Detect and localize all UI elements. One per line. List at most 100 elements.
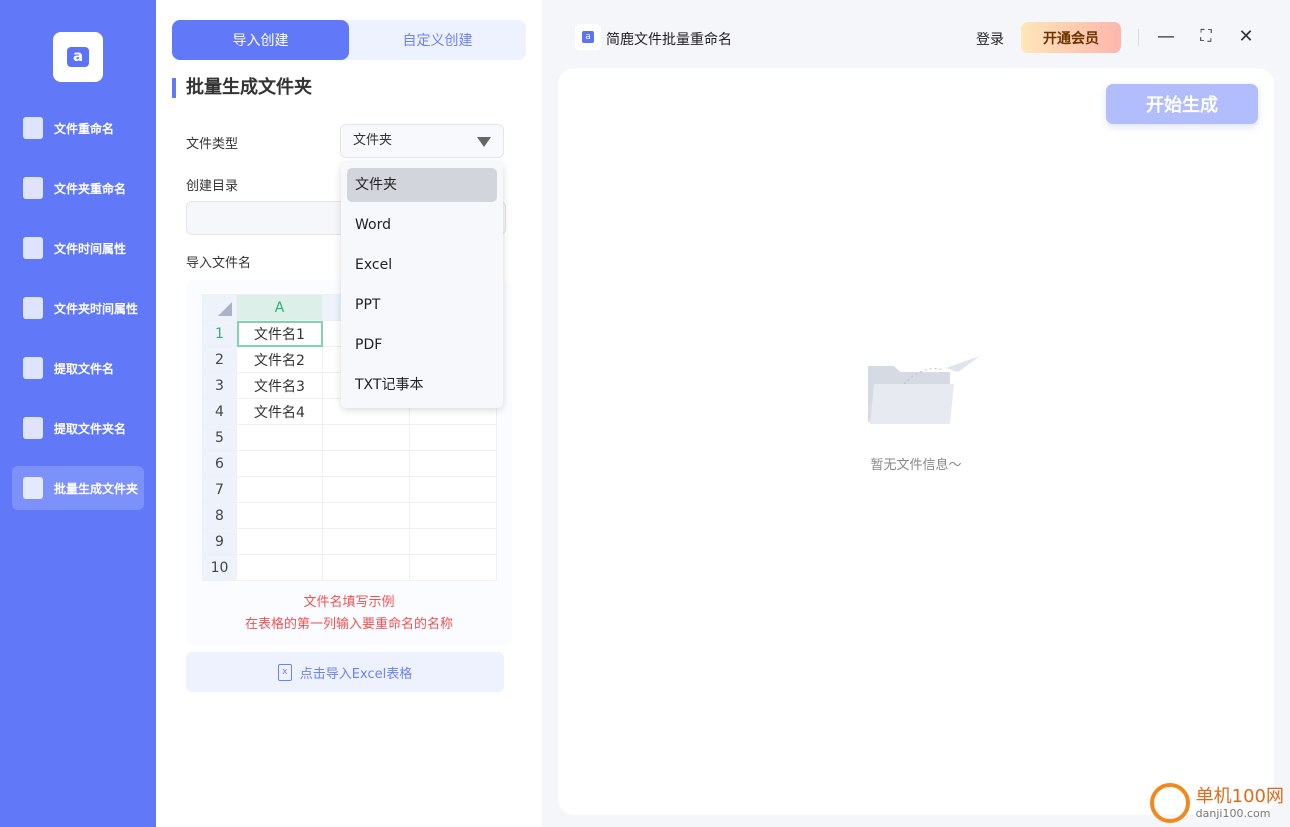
row-header[interactable]: 10: [202, 554, 237, 581]
divider: [1138, 29, 1139, 46]
watermark-line1: 单机100网: [1195, 785, 1284, 807]
cell[interactable]: 文件名1: [236, 320, 323, 347]
sidebar-item-label: 批量生成文件夹: [54, 481, 139, 496]
file-type-select[interactable]: 文件夹: [340, 124, 504, 158]
cell[interactable]: [409, 502, 497, 529]
cell[interactable]: [236, 554, 323, 581]
cell[interactable]: [236, 424, 323, 451]
dropdown-option[interactable]: 文件夹: [347, 168, 497, 202]
file-icon: [23, 117, 43, 139]
file-type-label: 文件类型: [186, 137, 239, 152]
row-header[interactable]: 2: [202, 346, 237, 373]
file-icon: [23, 417, 43, 439]
results-card: 开始生成 暂无文件信息～: [558, 68, 1274, 815]
cell[interactable]: [409, 476, 497, 503]
row-header[interactable]: 3: [202, 372, 237, 399]
dropdown-triangle-icon: [477, 137, 491, 147]
section-title: 批量生成文件夹: [172, 78, 312, 98]
file-icon: [23, 357, 43, 379]
sidebar-item-label: 提取文件夹名: [54, 421, 127, 436]
create-dir-label: 创建目录: [186, 179, 239, 194]
row-header[interactable]: 1: [202, 320, 237, 347]
dropdown-option[interactable]: PPT: [347, 288, 497, 322]
row-header[interactable]: 7: [202, 476, 237, 503]
sheet-row: 10: [202, 554, 497, 581]
sidebar-item-label: 提取文件名: [54, 361, 115, 376]
hint-line1: 文件名填写示例: [303, 595, 395, 610]
sidebar-item[interactable]: 文件夹时间属性: [12, 286, 144, 330]
cell[interactable]: [409, 554, 497, 581]
dropdown-option[interactable]: TXT记事本: [347, 368, 497, 402]
row-header[interactable]: 8: [202, 502, 237, 529]
login-button[interactable]: 登录: [976, 29, 1004, 49]
row-header[interactable]: 6: [202, 450, 237, 477]
sheet-row: 7: [202, 476, 497, 503]
sidebar-item-label: 文件夹重命名: [54, 181, 127, 196]
sidebar-item[interactable]: 提取文件名: [12, 346, 144, 390]
hint-line2: 在表格的第一列输入要重命名的名称: [244, 617, 453, 632]
row-header[interactable]: 4: [202, 398, 237, 425]
sidebar-item[interactable]: 批量生成文件夹: [12, 466, 144, 510]
watermark: 单机100网 danji100.com: [1149, 783, 1284, 823]
minimize-icon[interactable]: —: [1155, 26, 1177, 47]
cell[interactable]: [322, 502, 410, 529]
dropdown-option[interactable]: Word: [347, 208, 497, 242]
dropdown-option[interactable]: PDF: [347, 328, 497, 362]
select-all-corner[interactable]: [202, 294, 237, 321]
file-icon: [23, 237, 43, 259]
sheet-row: 8: [202, 502, 497, 529]
sidebar-item[interactable]: 文件重命名: [12, 106, 144, 150]
tab-custom-create[interactable]: 自定义创建: [349, 20, 526, 60]
cell[interactable]: [322, 424, 410, 451]
cell[interactable]: [322, 528, 410, 555]
watermark-logo-icon: [1149, 783, 1190, 823]
row-header[interactable]: 5: [202, 424, 237, 451]
file-icon: [23, 477, 43, 499]
file-type-dropdown: 文件夹 Word Excel PPT PDF TXT记事本: [341, 162, 503, 408]
empty-text: 暂无文件信息～: [870, 458, 962, 473]
cell[interactable]: [409, 424, 497, 451]
sidebar-item[interactable]: 提取文件夹名: [12, 406, 144, 450]
app-title: 简鹿文件批量重命名: [606, 32, 732, 48]
close-icon[interactable]: ✕: [1235, 26, 1257, 47]
cell[interactable]: [236, 450, 323, 477]
dropdown-option[interactable]: Excel: [347, 248, 497, 282]
sidebar-item-label: 文件重命名: [54, 121, 115, 136]
tab-import-create[interactable]: 导入创建: [172, 20, 349, 60]
file-type-value: 文件夹: [353, 133, 393, 148]
sheet-row: 9: [202, 528, 497, 555]
sidebar: a 文件重命名文件夹重命名 文件时间属性 文件夹时间属性 提取文件名提取文件夹名 批量生…: [0, 0, 156, 827]
import-excel-label: 点击导入Excel表格: [299, 666, 413, 682]
excel-file-icon: x: [277, 663, 292, 681]
sidebar-item-label: 文件夹时间属性: [54, 301, 139, 316]
empty-folder-icon: [868, 356, 980, 424]
cell[interactable]: [322, 450, 410, 477]
cell[interactable]: 文件名3: [236, 372, 323, 399]
import-names-label: 导入文件名: [186, 256, 252, 271]
sheet-row: 6: [202, 450, 497, 477]
cell[interactable]: [236, 502, 323, 529]
app-logo: a: [53, 32, 103, 82]
cell[interactable]: [322, 554, 410, 581]
vip-button[interactable]: 开通会员: [1021, 22, 1121, 53]
watermark-line2: danji100.com: [1195, 806, 1271, 820]
file-icon: [23, 297, 43, 319]
import-excel-button[interactable]: x 点击导入Excel表格: [186, 652, 504, 692]
sidebar-item-label: 文件时间属性: [54, 241, 127, 256]
start-generate-button[interactable]: 开始生成: [1106, 84, 1258, 124]
sidebar-item[interactable]: 文件夹重命名: [12, 166, 144, 210]
sheet-row: 5: [202, 424, 497, 451]
cell[interactable]: [409, 528, 497, 555]
cell[interactable]: [322, 476, 410, 503]
col-header-a[interactable]: A: [236, 294, 323, 321]
maximize-icon[interactable]: ⛶: [1195, 26, 1217, 46]
cell[interactable]: 文件名2: [236, 346, 323, 373]
row-header[interactable]: 9: [202, 528, 237, 555]
sidebar-item[interactable]: 文件时间属性: [12, 226, 144, 270]
cell[interactable]: [236, 528, 323, 555]
mode-tabs: 导入创建 自定义创建: [172, 20, 526, 60]
cell[interactable]: [236, 476, 323, 503]
file-icon: [23, 177, 43, 199]
cell[interactable]: [409, 450, 497, 477]
cell[interactable]: 文件名4: [236, 398, 323, 425]
